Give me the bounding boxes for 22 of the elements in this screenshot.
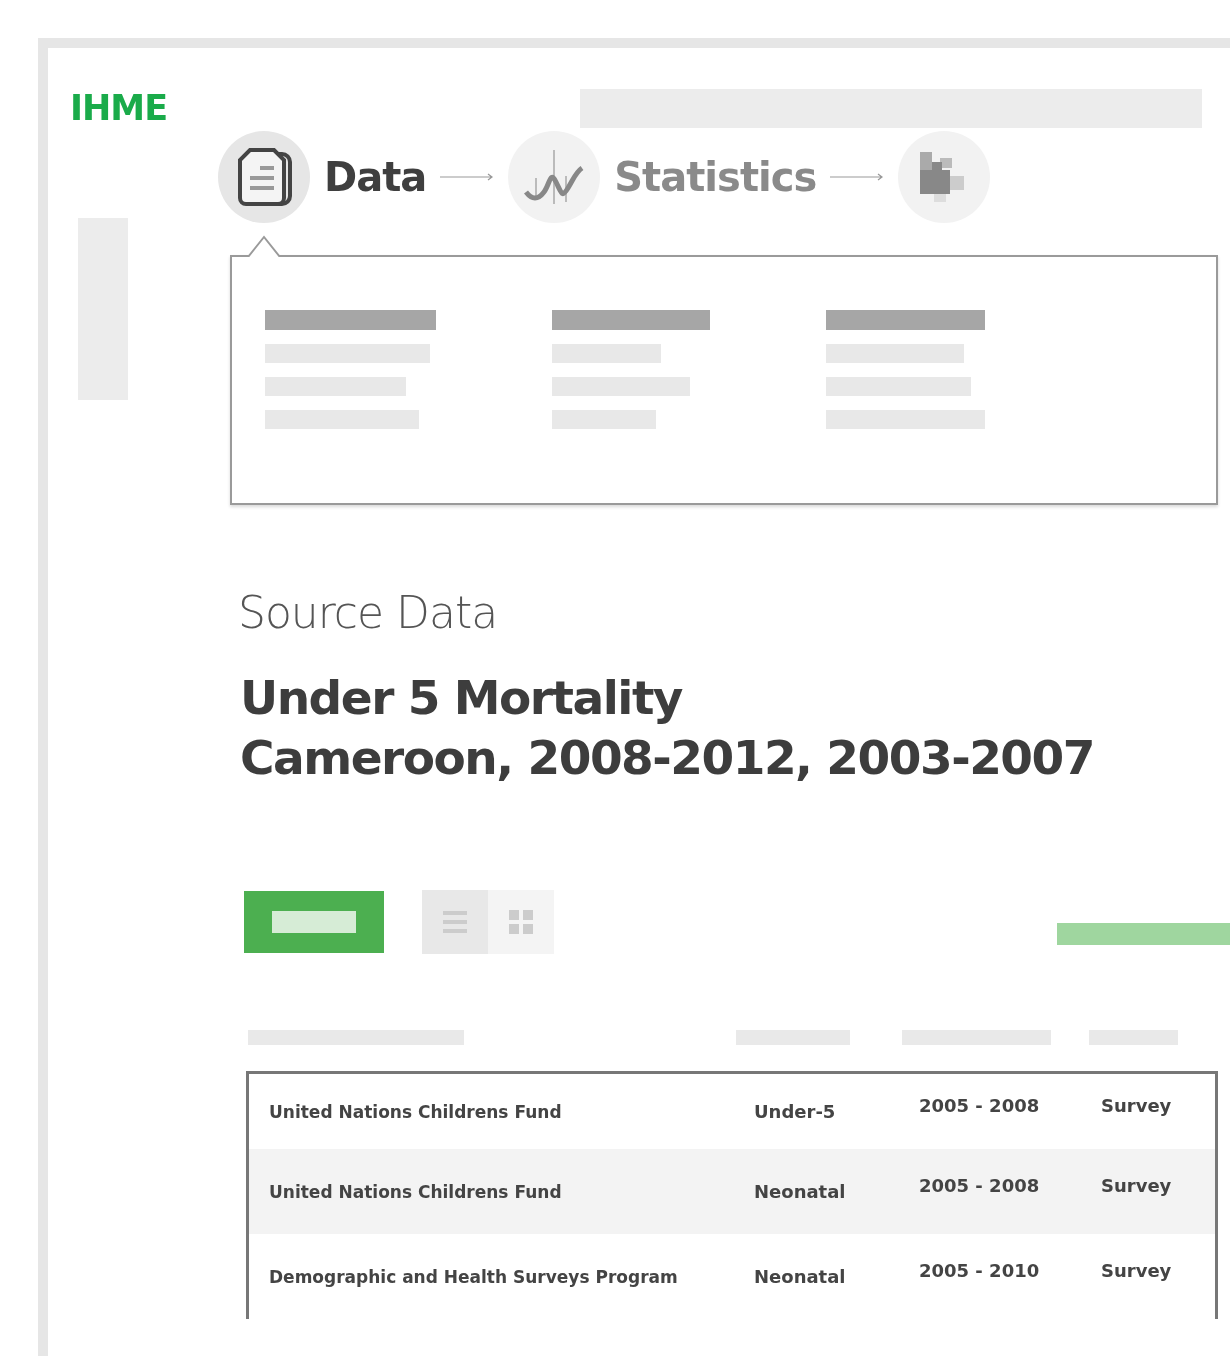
list-icon	[443, 911, 467, 933]
table-row[interactable]: United Nations Childrens Fund Neonatal 2005 - 2008 Survey	[249, 1149, 1215, 1234]
grid-icon	[509, 910, 533, 934]
section-label: Source Data	[238, 587, 499, 638]
table-cell-text: Survey	[1101, 1095, 1173, 1116]
table-cell-text: 2005 - 2008	[919, 1175, 1041, 1196]
table-cell-text: United Nations Childrens Fund	[269, 1181, 563, 1202]
page-title: Under 5 Mortality Cameroon, 2008-2012, 2003-2007	[240, 669, 1095, 787]
table-cell-text: Neonatal	[754, 1266, 847, 1287]
table-cell-text: Neonatal	[754, 1181, 847, 1202]
table-cell-text: 2005 - 2010	[919, 1260, 1041, 1281]
table-cell-text: 2005 - 2008	[919, 1095, 1041, 1116]
wave-chart-icon	[524, 148, 585, 206]
primary-button[interactable]	[244, 891, 384, 953]
step-label[interactable]: Data	[324, 154, 427, 200]
table-cell-text: United Nations Childrens Fund	[269, 1101, 563, 1122]
table-cell-text: Demographic and Health Surveys Program	[269, 1266, 679, 1287]
table-cell-text: Under-5	[754, 1101, 837, 1122]
arrow-icon	[440, 173, 495, 181]
table-cell-text: Survey	[1101, 1175, 1173, 1196]
table-cell-text: Survey	[1101, 1260, 1173, 1281]
arrow-icon	[830, 173, 885, 181]
